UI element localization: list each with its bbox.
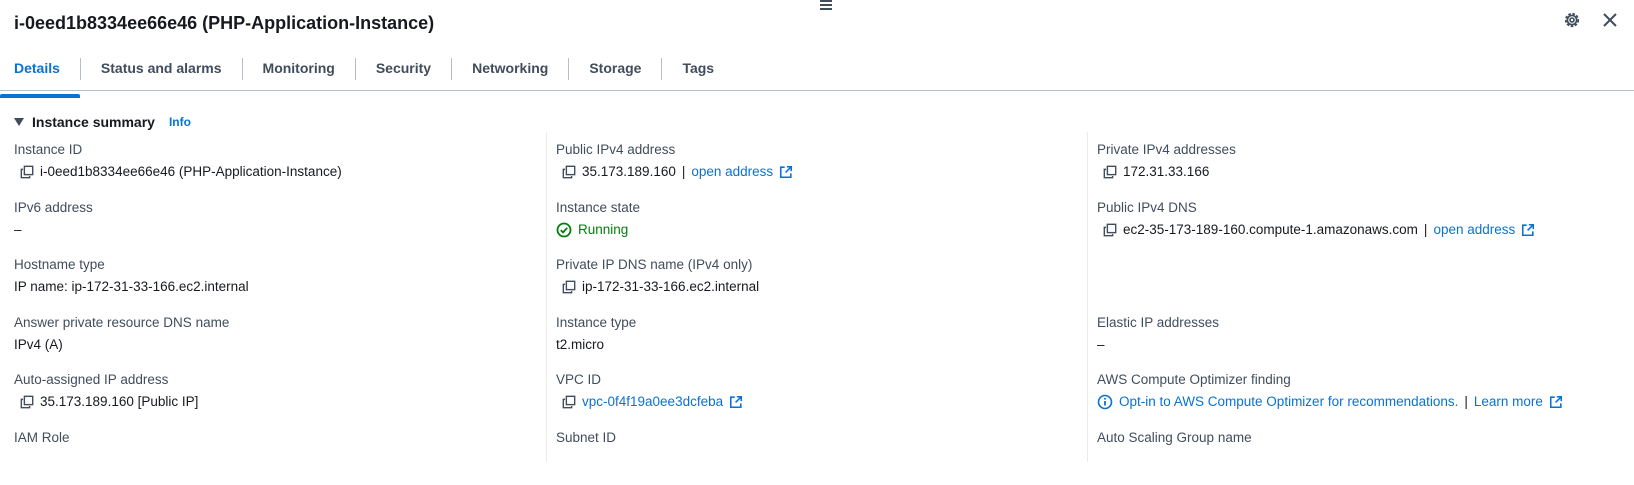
gear-icon[interactable] [1562,10,1582,30]
separator: | [1464,392,1468,412]
optimizer-opt-in-link[interactable]: Opt-in to AWS Compute Optimizer for reco… [1119,392,1458,412]
copy-icon[interactable] [20,395,34,409]
field-private-ipv4: Private IPv4 addresses 172.31.33.166 [1097,140,1627,198]
instance-title: i-0eed1b8334ee66e46 (PHP-Application-Ins… [14,10,434,36]
field-label: Subnet ID [556,428,1056,448]
field-label: Auto Scaling Group name [1097,428,1627,448]
copy-icon[interactable] [562,395,576,409]
tab-status-and-alarms[interactable]: Status and alarms [81,52,242,90]
detail-tabs: Details Status and alarms Monitoring Sec… [0,52,1634,91]
field-value: t2.micro [556,335,604,355]
tab-details[interactable]: Details [0,52,80,90]
header-actions [1562,10,1620,30]
field-value: IPv4 (A) [14,335,63,355]
panel-header: i-0eed1b8334ee66e46 (PHP-Application-Ins… [14,10,434,36]
status-running: Running [578,220,628,240]
field-label: Public IPv4 address [556,140,1056,160]
external-link-icon[interactable] [1549,395,1563,409]
field-label: Elastic IP addresses [1097,313,1627,333]
info-link[interactable]: Info [169,115,191,129]
copy-icon[interactable] [20,165,34,179]
field-vpc-id: VPC ID vpc-0f4f19a0ee3dcfeba [556,370,1056,428]
vpc-link[interactable]: vpc-0f4f19a0ee3dcfeba [582,392,723,412]
field-instance-state: Instance state Running [556,198,1056,256]
field-ipv6-address: IPv6 address – [14,198,514,256]
field-public-ipv4-dns: Public IPv4 DNS ec2-35-173-189-160.compu… [1097,198,1627,256]
field-label: VPC ID [556,370,1056,390]
copy-icon[interactable] [562,165,576,179]
tab-networking[interactable]: Networking [452,52,568,90]
field-elastic-ip: Elastic IP addresses – [1097,313,1627,371]
external-link-icon[interactable] [729,395,743,409]
copy-icon[interactable] [1103,223,1117,237]
field-value: – [14,220,22,240]
field-value: ip-172-31-33-166.ec2.internal [582,277,759,297]
field-value: IP name: ip-172-31-33-166.ec2.internal [14,277,249,297]
field-label: Private IPv4 addresses [1097,140,1627,160]
field-label: Auto-assigned IP address [14,370,514,390]
field-label: Instance state [556,198,1056,218]
learn-more-link[interactable]: Learn more [1474,392,1543,412]
field-value: 35.173.189.160 [582,162,676,182]
copy-icon[interactable] [562,280,576,294]
external-link-icon[interactable] [779,165,793,179]
field-label: IAM Role [14,428,514,448]
field-label: Private IP DNS name (IPv4 only) [556,255,1056,275]
drag-handle-icon[interactable] [820,0,832,8]
open-address-link[interactable]: open address [1433,220,1515,240]
tab-tags[interactable]: Tags [662,52,734,90]
tab-security[interactable]: Security [356,52,451,90]
field-private-ip-dns: Private IP DNS name (IPv4 only) ip-172-3… [556,255,1056,313]
field-value: – [1097,335,1105,355]
info-circle-icon [1097,394,1113,410]
field-value: ec2-35-173-189-160.compute-1.amazonaws.c… [1123,220,1418,240]
field-label: Instance type [556,313,1056,333]
field-label: Instance ID [14,140,514,160]
section-title: Instance summary [32,114,155,130]
caret-down-icon[interactable] [14,118,24,126]
summary-column-1: Instance ID i-0eed1b8334ee66e46 (PHP-App… [14,140,514,485]
field-subnet-id: Subnet ID [556,428,1056,485]
instance-summary-header[interactable]: Instance summary Info [14,114,191,130]
summary-column-2: Public IPv4 address 35.173.189.160 | ope… [556,140,1056,485]
field-value: 172.31.33.166 [1123,162,1209,182]
field-value: 35.173.189.160 [Public IP] [40,392,198,412]
field-public-ipv4: Public IPv4 address 35.173.189.160 | ope… [556,140,1056,198]
field-label: Hostname type [14,255,514,275]
field-instance-type: Instance type t2.micro [556,313,1056,371]
separator: | [682,162,686,182]
column-divider [546,132,547,462]
field-label: Public IPv4 DNS [1097,198,1627,218]
open-address-link[interactable]: open address [691,162,773,182]
copy-icon[interactable] [1103,165,1117,179]
separator: | [1424,220,1428,240]
tab-monitoring[interactable]: Monitoring [243,52,355,90]
field-hostname-type: Hostname type IP name: ip-172-31-33-166.… [14,255,514,313]
field-label: Answer private resource DNS name [14,313,514,333]
field-label: AWS Compute Optimizer finding [1097,370,1627,390]
tab-storage[interactable]: Storage [569,52,661,90]
check-circle-icon [556,222,572,238]
field-auto-scaling-group: Auto Scaling Group name [1097,428,1627,485]
external-link-icon[interactable] [1521,223,1535,237]
column-divider [1087,132,1088,462]
field-auto-assigned-ip: Auto-assigned IP address 35.173.189.160 … [14,370,514,428]
close-icon[interactable] [1600,10,1620,30]
summary-column-3: Private IPv4 addresses 172.31.33.166 Pub… [1097,140,1627,485]
field-value: i-0eed1b8334ee66e46 (PHP-Application-Ins… [40,162,342,182]
field-compute-optimizer: AWS Compute Optimizer finding Opt-in to … [1097,370,1627,428]
field-iam-role: IAM Role [14,428,514,485]
field-answer-private-dns: Answer private resource DNS name IPv4 (A… [14,313,514,371]
field-empty [1097,255,1627,313]
field-label: IPv6 address [14,198,514,218]
field-instance-id: Instance ID i-0eed1b8334ee66e46 (PHP-App… [14,140,514,198]
